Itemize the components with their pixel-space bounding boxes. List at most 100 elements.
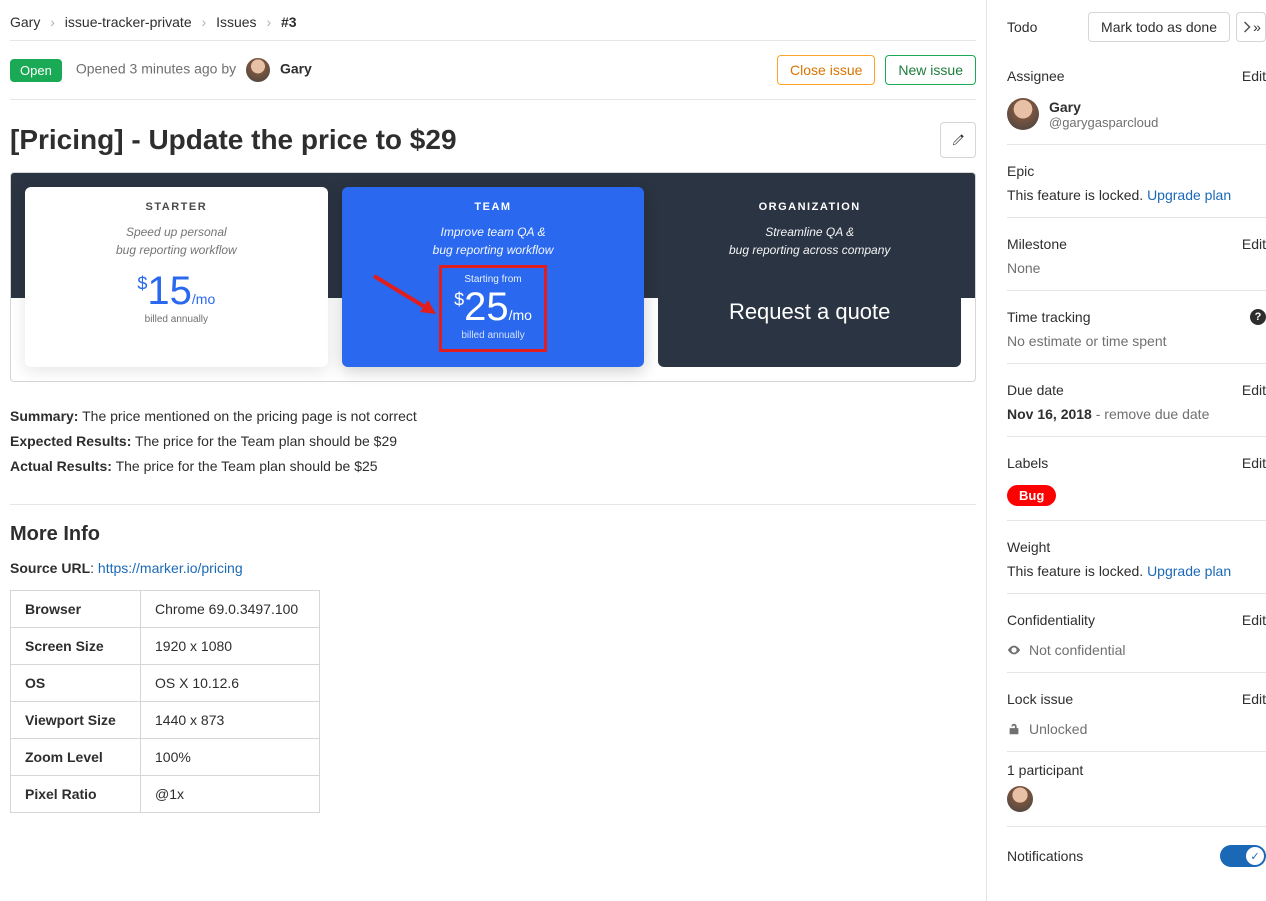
breadcrumb-repo[interactable]: issue-tracker-private: [65, 14, 192, 30]
breadcrumb-section[interactable]: Issues: [216, 14, 256, 30]
confidentiality-value: Not confidential: [1029, 642, 1126, 658]
labels-block: Labels Edit Bug: [1007, 437, 1266, 521]
summary-text: The price mentioned on the pricing page …: [82, 408, 417, 424]
table-key: Viewport Size: [11, 701, 141, 738]
table-value: 1920 x 1080: [141, 627, 320, 664]
notifications-label: Notifications: [1007, 848, 1083, 864]
weight-label: Weight: [1007, 539, 1050, 555]
time-tracking-value: No estimate or time spent: [1007, 333, 1266, 349]
table-key: Browser: [11, 590, 141, 627]
label-bug[interactable]: Bug: [1007, 485, 1056, 506]
confidentiality-label: Confidentiality: [1007, 612, 1095, 628]
title-row: [Pricing] - Update the price to $29: [10, 100, 976, 172]
author-name[interactable]: Gary: [280, 61, 312, 77]
request-quote: Request a quote: [672, 299, 947, 325]
todo-row: Todo Mark todo as done »: [1007, 12, 1266, 50]
notifications-toggle[interactable]: ✓: [1220, 845, 1266, 867]
edit-title-button[interactable]: [940, 122, 976, 158]
avatar[interactable]: [1007, 98, 1039, 130]
upgrade-plan-link[interactable]: Upgrade plan: [1147, 187, 1231, 203]
plan-starter: STARTER Speed up personal bug reporting …: [25, 187, 328, 367]
labels-label: Labels: [1007, 455, 1048, 471]
plan-tagline: Streamline QA & bug reporting across com…: [672, 223, 947, 259]
expected-label: Expected Results:: [10, 433, 131, 449]
time-tracking-block: Time tracking ? No estimate or time spen…: [1007, 291, 1266, 364]
summary-label: Summary:: [10, 408, 78, 424]
new-issue-button[interactable]: New issue: [885, 55, 976, 85]
plan-price: $25/mo: [454, 285, 532, 330]
source-url-link[interactable]: https://marker.io/pricing: [98, 560, 243, 576]
table-row: Zoom Level100%: [11, 738, 320, 775]
milestone-value: None: [1007, 260, 1266, 276]
confidentiality-edit[interactable]: Edit: [1242, 612, 1266, 628]
table-value: Chrome 69.0.3497.100: [141, 590, 320, 627]
source-url-label: Source URL: [10, 560, 90, 576]
breadcrumb-owner[interactable]: Gary: [10, 14, 40, 30]
milestone-edit[interactable]: Edit: [1242, 236, 1266, 252]
mark-todo-done-button[interactable]: Mark todo as done: [1088, 12, 1230, 42]
table-value: @1x: [141, 775, 320, 812]
plan-team: TEAM Improve team QA & bug reporting wor…: [342, 187, 645, 367]
avatar[interactable]: [1007, 786, 1033, 812]
due-date-block: Due date Edit Nov 16, 2018 - remove due …: [1007, 364, 1266, 437]
milestone-block: Milestone Edit None: [1007, 218, 1266, 291]
expected-text: The price for the Team plan should be $2…: [135, 433, 397, 449]
eye-icon: [1007, 643, 1021, 657]
opened-by: Opened 3 minutes ago by Gary: [76, 58, 312, 82]
plan-price: $15/mo: [39, 269, 314, 314]
status-actions: Close issue New issue: [777, 55, 976, 85]
table-key: OS: [11, 664, 141, 701]
attachment-image: STARTER Speed up personal bug reporting …: [10, 172, 976, 382]
epic-label: Epic: [1007, 163, 1034, 179]
breadcrumb-sep: ›: [266, 14, 271, 30]
breadcrumb-sep: ›: [50, 14, 55, 30]
weight-locked-text: This feature is locked.: [1007, 563, 1143, 579]
plan-name: STARTER: [39, 201, 314, 213]
epic-locked-text: This feature is locked.: [1007, 187, 1143, 203]
due-date-value: Nov 16, 2018: [1007, 406, 1092, 422]
assignee-block: Assignee Edit Gary @garygasparcloud: [1007, 50, 1266, 145]
breadcrumb-sep: ›: [202, 14, 207, 30]
chevron-right-icon: [1241, 21, 1253, 33]
upgrade-plan-link[interactable]: Upgrade plan: [1147, 563, 1231, 579]
plan-billed: billed annually: [39, 314, 314, 325]
lock-block: Lock issue Edit Unlocked: [1007, 673, 1266, 752]
close-issue-button[interactable]: Close issue: [777, 55, 875, 85]
lock-edit[interactable]: Edit: [1242, 691, 1266, 707]
assignee-name[interactable]: Gary: [1049, 99, 1158, 115]
time-tracking-label: Time tracking: [1007, 309, 1091, 325]
breadcrumb: Gary › issue-tracker-private › Issues › …: [10, 10, 976, 41]
actual-label: Actual Results:: [10, 458, 112, 474]
status-row: Open Opened 3 minutes ago by Gary Close …: [10, 41, 976, 100]
table-value: 100%: [141, 738, 320, 775]
plan-name: TEAM: [356, 201, 631, 213]
weight-block: Weight This feature is locked. Upgrade p…: [1007, 521, 1266, 594]
epic-block: Epic This feature is locked. Upgrade pla…: [1007, 145, 1266, 218]
table-key: Zoom Level: [11, 738, 141, 775]
table-value: 1440 x 873: [141, 701, 320, 738]
participants-block: 1 participant: [1007, 752, 1266, 827]
table-row: OSOS X 10.12.6: [11, 664, 320, 701]
info-table: BrowserChrome 69.0.3497.100Screen Size19…: [10, 590, 320, 813]
due-date-label: Due date: [1007, 382, 1064, 398]
plan-tagline: Improve team QA & bug reporting workflow: [356, 223, 631, 259]
check-icon: ✓: [1246, 847, 1264, 865]
description: Summary: The price mentioned on the pric…: [10, 404, 976, 480]
table-row: Screen Size1920 x 1080: [11, 627, 320, 664]
avatar[interactable]: [246, 58, 270, 82]
arrow-icon: [372, 274, 442, 324]
sidebar: Todo Mark todo as done » Assignee Edit G…: [986, 0, 1266, 901]
lock-value: Unlocked: [1029, 721, 1087, 737]
remove-due-date[interactable]: - remove due date: [1092, 406, 1210, 422]
labels-edit[interactable]: Edit: [1242, 455, 1266, 471]
opened-text: Opened 3 minutes ago by: [76, 61, 236, 77]
confidentiality-block: Confidentiality Edit Not confidential: [1007, 594, 1266, 673]
collapse-sidebar-button[interactable]: »: [1236, 12, 1266, 42]
status-badge: Open: [10, 59, 62, 82]
assignee-handle: @garygasparcloud: [1049, 115, 1158, 130]
plan-tagline: Speed up personal bug reporting workflow: [39, 223, 314, 259]
info-icon[interactable]: ?: [1250, 309, 1266, 325]
table-key: Pixel Ratio: [11, 775, 141, 812]
assignee-edit[interactable]: Edit: [1242, 68, 1266, 84]
due-date-edit[interactable]: Edit: [1242, 382, 1266, 398]
